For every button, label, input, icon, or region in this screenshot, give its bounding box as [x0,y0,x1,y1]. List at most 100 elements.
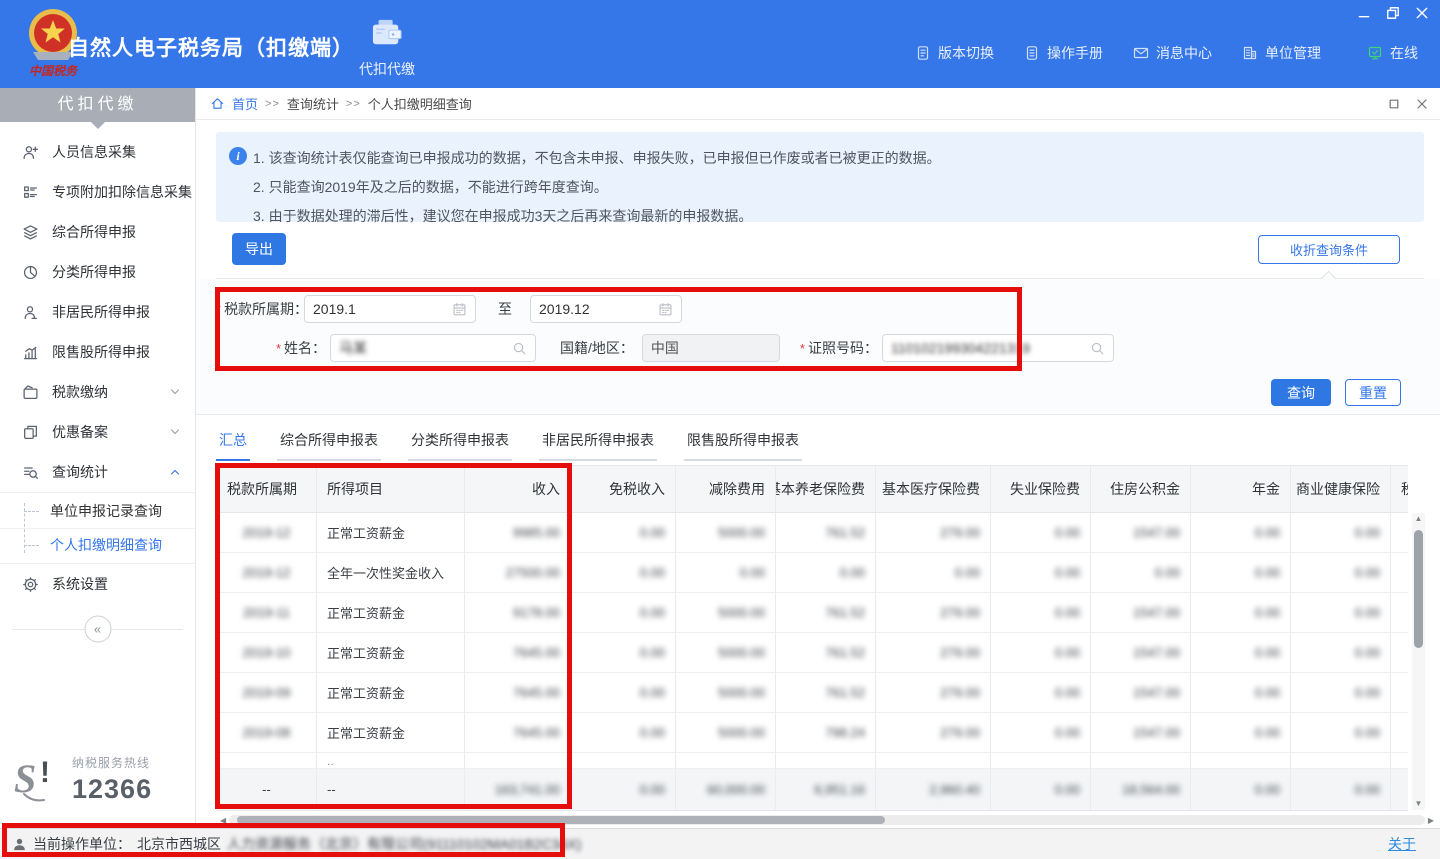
table-cell: 0.00 [1191,713,1291,752]
sidebar-collapse-button[interactable]: « [84,616,111,643]
id-number-input[interactable]: 110102199304221319 [882,334,1114,362]
scroll-up-icon[interactable]: ▲ [1415,513,1423,525]
tab-4[interactable]: 限售股所得申报表 [684,430,802,461]
window-restore-icon[interactable] [1385,5,1401,21]
header-nav-item-3[interactable]: 单位管理 [1242,43,1321,63]
nationality-label: 国籍/地区： [560,338,634,358]
header-nav-item-2[interactable]: 消息中心 [1133,43,1212,63]
window-minimize-icon[interactable] [1356,5,1372,21]
hotline-number: 12366 [72,774,152,805]
header-nav-item-1[interactable]: 操作手册 [1024,43,1103,63]
tab-2[interactable]: 分类所得申报表 [408,430,512,461]
bar-chart-icon [22,344,39,361]
table-cell: 761.52 [776,673,876,712]
scroll-down-icon[interactable]: ▼ [1415,798,1423,810]
table-cell: 0.00 [571,593,676,632]
table-cell [217,753,317,768]
table-cell: 1547.00 [1091,513,1191,552]
tab-1[interactable]: 综合所得申报表 [277,430,381,461]
table-cell: 正常工资薪金 [317,513,465,552]
name-input[interactable]: 马某 [330,334,536,362]
table-cell [1391,553,1408,592]
header-nav-item-4[interactable]: 在线 [1367,43,1418,63]
sidebar-item-label: 非居民所得申报 [52,302,181,322]
period-to-input[interactable]: 2019.12 [530,295,682,323]
header-nav-item-0[interactable]: 版本切换 [915,43,994,63]
sidebar-item-3[interactable]: 分类所得申报 [0,252,195,292]
sidebar-subitem-1[interactable]: 个人扣缴明细查询 [0,528,195,561]
sidebar-item-0[interactable]: 人员信息采集 [0,132,195,172]
column-header: 基本医疗保险费 [876,466,991,512]
result-tabs: 汇总综合所得申报表分类所得申报表非居民所得申报表限售股所得申报表 [216,430,829,461]
search-icon[interactable] [1090,341,1105,356]
breadcrumb-home-link[interactable]: 首页 [232,94,258,113]
chevron-down-icon [169,386,181,398]
calendar-icon[interactable] [452,302,467,317]
horizontal-scroll-thumb[interactable] [237,816,885,824]
about-link[interactable]: 关于 [1388,834,1416,854]
table-cell: 7645.00 [465,633,571,672]
notice-line-2: 2. 只能查询2019年及之后的数据，不能进行跨年度查询。 [253,173,1408,202]
search-icon[interactable] [512,341,527,356]
header-tab-withholding[interactable]: 代扣代缴 [352,18,422,79]
column-header: 免税收入 [571,466,676,512]
to-label: 至 [498,299,512,319]
table-cell: 761.52 [776,513,876,552]
sidebar-item-4[interactable]: 非居民所得申报 [0,292,195,332]
nationality-input: 中国 [642,334,780,362]
table-cell: 0.00 [991,593,1091,632]
column-header: 商业健康保险 [1291,466,1391,512]
table-cell [1391,673,1408,712]
sidebar-item-7[interactable]: 优惠备案 [0,412,195,452]
table-cell [776,753,876,768]
panel-maximize-icon[interactable] [1388,98,1400,110]
horizontal-scroll-track[interactable] [229,815,1425,825]
table-cell: 正常工资薪金 [317,713,465,752]
vertical-scroll-thumb[interactable] [1414,530,1423,648]
table-cell [1391,753,1408,768]
query-form-row-2: 姓名： 马某 国籍/地区： 中国 证照号码： 11010219930422131… [216,334,1114,362]
column-header: 住房公积金 [1091,466,1191,512]
sidebar-subitem-0[interactable]: 单位申报记录查询 [0,495,195,528]
scroll-left-icon[interactable]: ◀ [220,816,226,825]
result-table: 税款所属期所得项目收入免税收入减除费用基本养老保险费基本医疗保险费失业保险费住房… [216,465,1408,811]
online-icon [1367,45,1383,61]
table-cell: 0.00 [991,553,1091,592]
table-cell: 0.00 [1291,553,1391,592]
period-from-input[interactable]: 2019.1 [304,295,476,323]
panel-close-icon[interactable] [1416,98,1428,110]
table-cell [1091,753,1191,768]
sidebar-item-9[interactable]: 系统设置 [0,564,195,604]
sidebar-item-8[interactable]: 查询统计 [0,452,195,492]
column-header: 基本养老保险费 [776,466,876,512]
reset-button[interactable]: 重置 [1345,379,1401,406]
query-form-row-1: 税款所属期： 2019.1 至 2019.12 [216,295,682,323]
copy-icon [22,424,39,441]
sidebar-item-6[interactable]: 税款缴纳 [0,372,195,412]
column-header: 减除费用 [676,466,776,512]
vertical-scrollbar[interactable]: ▲ ▼ [1412,513,1425,810]
scroll-right-icon[interactable]: ▶ [1428,816,1434,825]
tab-3[interactable]: 非居民所得申报表 [539,430,657,461]
app-title: 自然人电子税务局（扣缴端） [68,32,354,62]
sidebar-item-label: 专项附加扣除信息采集 [52,182,192,202]
table-cell: 0.00 [1191,593,1291,632]
sidebar-item-2[interactable]: 综合所得申报 [0,212,195,252]
horizontal-scrollbar[interactable]: ◀ ▶ [220,814,1434,826]
window-close-icon[interactable] [1414,5,1430,21]
export-button[interactable]: 导出 [232,233,286,265]
sidebar-item-5[interactable]: 限售股所得申报 [0,332,195,372]
user-icon [12,837,27,852]
table-cell: 0.00 [876,553,991,592]
home-icon [210,96,225,111]
tab-0[interactable]: 汇总 [216,430,250,461]
table-cell: 5000.00 [676,593,776,632]
table-cell: 0.00 [571,513,676,552]
calendar-icon[interactable] [658,302,673,317]
column-header: 年金 [1191,466,1291,512]
search-button[interactable]: 查询 [1271,379,1331,406]
sidebar-item-label: 系统设置 [52,574,181,594]
table-total-row: ----163,741.000.0060,000.006,951.162,960… [217,769,1408,811]
collapse-query-button[interactable]: 收折查询条件 [1258,235,1400,264]
sidebar-item-1[interactable]: 专项附加扣除信息采集 [0,172,195,212]
